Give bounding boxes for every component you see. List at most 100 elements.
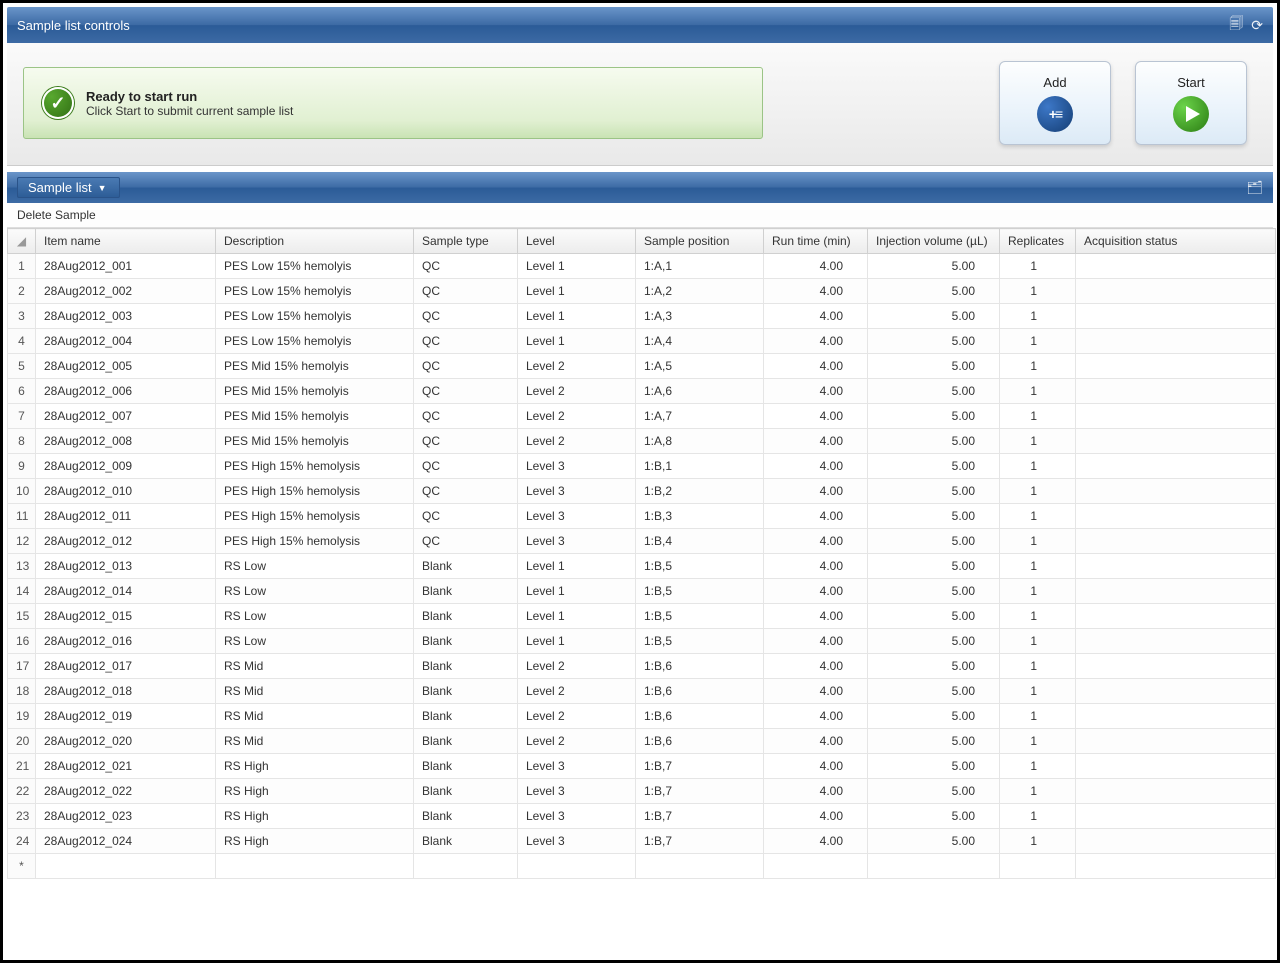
cell-item-name[interactable]: 28Aug2012_021 bbox=[36, 754, 216, 779]
cell-run-time[interactable]: 4.00 bbox=[764, 454, 868, 479]
cell-run-time[interactable]: 4.00 bbox=[764, 379, 868, 404]
cell-level[interactable]: Level 3 bbox=[518, 529, 636, 554]
col-acquisition-status[interactable]: Acquisition status bbox=[1076, 229, 1276, 254]
cell-description[interactable]: RS Mid bbox=[216, 729, 414, 754]
cell-item-name[interactable]: 28Aug2012_004 bbox=[36, 329, 216, 354]
table-row[interactable]: 228Aug2012_002PES Low 15% hemolyisQCLeve… bbox=[8, 279, 1276, 304]
clipboard-icon[interactable]: 🗐 bbox=[1229, 13, 1243, 37]
cell-level[interactable]: Level 1 bbox=[518, 279, 636, 304]
cell-description[interactable]: PES High 15% hemolysis bbox=[216, 504, 414, 529]
cell-sample-position[interactable]: 1:B,6 bbox=[636, 729, 764, 754]
cell-sample-type[interactable]: QC bbox=[414, 454, 518, 479]
table-row[interactable]: 728Aug2012_007PES Mid 15% hemolyisQCLeve… bbox=[8, 404, 1276, 429]
cell-acquisition-status[interactable] bbox=[1076, 429, 1276, 454]
table-row[interactable]: 2028Aug2012_020RS MidBlankLevel 21:B,64.… bbox=[8, 729, 1276, 754]
cell-sample-type[interactable]: Blank bbox=[414, 579, 518, 604]
cell-level[interactable]: Level 2 bbox=[518, 679, 636, 704]
table-row[interactable]: 1728Aug2012_017RS MidBlankLevel 21:B,64.… bbox=[8, 654, 1276, 679]
cell-acquisition-status[interactable] bbox=[1076, 404, 1276, 429]
cell-sample-position[interactable]: 1:B,7 bbox=[636, 754, 764, 779]
cell-sample-position[interactable]: 1:B,6 bbox=[636, 679, 764, 704]
cell-acquisition-status[interactable] bbox=[1076, 729, 1276, 754]
cell-replicates[interactable]: 1 bbox=[1000, 579, 1076, 604]
cell-item-name[interactable]: 28Aug2012_003 bbox=[36, 304, 216, 329]
cell-item-name[interactable]: 28Aug2012_014 bbox=[36, 579, 216, 604]
cell-acquisition-status[interactable] bbox=[1076, 704, 1276, 729]
cell-level[interactable]: Level 3 bbox=[518, 479, 636, 504]
cell-replicates[interactable]: 1 bbox=[1000, 479, 1076, 504]
cell-description[interactable]: PES High 15% hemolysis bbox=[216, 454, 414, 479]
cell-run-time[interactable]: 4.00 bbox=[764, 679, 868, 704]
cell-acquisition-status[interactable] bbox=[1076, 829, 1276, 854]
cell-sample-type[interactable]: QC bbox=[414, 379, 518, 404]
cell-sample-type[interactable]: Blank bbox=[414, 654, 518, 679]
cell-description[interactable]: RS Mid bbox=[216, 704, 414, 729]
cell-replicates[interactable]: 1 bbox=[1000, 679, 1076, 704]
cell-run-time[interactable]: 4.00 bbox=[764, 829, 868, 854]
cell-sample-position[interactable]: 1:B,5 bbox=[636, 579, 764, 604]
cell-level[interactable]: Level 2 bbox=[518, 429, 636, 454]
table-row[interactable]: 1228Aug2012_012PES High 15% hemolysisQCL… bbox=[8, 529, 1276, 554]
cell-sample-position[interactable]: 1:A,4 bbox=[636, 329, 764, 354]
cell-item-name[interactable]: 28Aug2012_011 bbox=[36, 504, 216, 529]
cell-injection-volume[interactable]: 5.00 bbox=[868, 679, 1000, 704]
cell-injection-volume[interactable]: 5.00 bbox=[868, 804, 1000, 829]
cell-acquisition-status[interactable] bbox=[1076, 654, 1276, 679]
cell-acquisition-status[interactable] bbox=[1076, 754, 1276, 779]
table-row[interactable]: 2328Aug2012_023RS HighBlankLevel 31:B,74… bbox=[8, 804, 1276, 829]
cell-run-time[interactable]: 4.00 bbox=[764, 404, 868, 429]
cell-sample-position[interactable]: 1:A,3 bbox=[636, 304, 764, 329]
cell-sample-position[interactable]: 1:B,5 bbox=[636, 554, 764, 579]
cell-sample-type[interactable]: Blank bbox=[414, 704, 518, 729]
cell-item-name[interactable]: 28Aug2012_002 bbox=[36, 279, 216, 304]
cell-description[interactable]: RS High bbox=[216, 754, 414, 779]
cell-description[interactable]: PES Low 15% hemolyis bbox=[216, 304, 414, 329]
table-row[interactable]: 1928Aug2012_019RS MidBlankLevel 21:B,64.… bbox=[8, 704, 1276, 729]
cell-item-name[interactable]: 28Aug2012_005 bbox=[36, 354, 216, 379]
cell-level[interactable]: Level 3 bbox=[518, 454, 636, 479]
cell-description[interactable]: PES High 15% hemolysis bbox=[216, 479, 414, 504]
cell-item-name[interactable]: 28Aug2012_008 bbox=[36, 429, 216, 454]
cell-item-name[interactable]: 28Aug2012_010 bbox=[36, 479, 216, 504]
cell-item-name[interactable]: 28Aug2012_001 bbox=[36, 254, 216, 279]
cell-description[interactable]: RS Low bbox=[216, 554, 414, 579]
cell-injection-volume[interactable]: 5.00 bbox=[868, 829, 1000, 854]
cell-run-time[interactable]: 4.00 bbox=[764, 529, 868, 554]
cell-level[interactable]: Level 3 bbox=[518, 504, 636, 529]
cell-acquisition-status[interactable] bbox=[1076, 254, 1276, 279]
table-row[interactable]: 928Aug2012_009PES High 15% hemolysisQCLe… bbox=[8, 454, 1276, 479]
table-row[interactable]: 2228Aug2012_022RS HighBlankLevel 31:B,74… bbox=[8, 779, 1276, 804]
cell-item-name[interactable]: 28Aug2012_007 bbox=[36, 404, 216, 429]
table-row[interactable]: 1428Aug2012_014RS LowBlankLevel 11:B,54.… bbox=[8, 579, 1276, 604]
cell-item-name[interactable]: 28Aug2012_019 bbox=[36, 704, 216, 729]
cell-sample-position[interactable]: 1:B,4 bbox=[636, 529, 764, 554]
cell-replicates[interactable]: 1 bbox=[1000, 629, 1076, 654]
cell-item-name[interactable]: 28Aug2012_018 bbox=[36, 679, 216, 704]
cell-injection-volume[interactable]: 5.00 bbox=[868, 529, 1000, 554]
cell-level[interactable]: Level 3 bbox=[518, 779, 636, 804]
cell-acquisition-status[interactable] bbox=[1076, 354, 1276, 379]
cell-description[interactable]: PES Low 15% hemolyis bbox=[216, 279, 414, 304]
cell-replicates[interactable]: 1 bbox=[1000, 429, 1076, 454]
cell-injection-volume[interactable]: 5.00 bbox=[868, 279, 1000, 304]
cell-run-time[interactable]: 4.00 bbox=[764, 579, 868, 604]
cell-description[interactable]: PES Mid 15% hemolyis bbox=[216, 354, 414, 379]
cell-run-time[interactable]: 4.00 bbox=[764, 429, 868, 454]
cell-description[interactable]: RS Mid bbox=[216, 654, 414, 679]
cell-injection-volume[interactable]: 5.00 bbox=[868, 504, 1000, 529]
col-replicates[interactable]: Replicates bbox=[1000, 229, 1076, 254]
col-description[interactable]: Description bbox=[216, 229, 414, 254]
cell-run-time[interactable]: 4.00 bbox=[764, 704, 868, 729]
cell-acquisition-status[interactable] bbox=[1076, 454, 1276, 479]
cell-sample-position[interactable]: 1:A,5 bbox=[636, 354, 764, 379]
cell-sample-position[interactable]: 1:B,1 bbox=[636, 454, 764, 479]
cell-injection-volume[interactable]: 5.00 bbox=[868, 479, 1000, 504]
cell-sample-position[interactable]: 1:B,7 bbox=[636, 779, 764, 804]
cell-item-name[interactable]: 28Aug2012_024 bbox=[36, 829, 216, 854]
cell-replicates[interactable]: 1 bbox=[1000, 604, 1076, 629]
cell-replicates[interactable]: 1 bbox=[1000, 329, 1076, 354]
cell-sample-type[interactable]: QC bbox=[414, 279, 518, 304]
cell-sample-position[interactable]: 1:A,1 bbox=[636, 254, 764, 279]
cell-acquisition-status[interactable] bbox=[1076, 579, 1276, 604]
cell-run-time[interactable]: 4.00 bbox=[764, 554, 868, 579]
